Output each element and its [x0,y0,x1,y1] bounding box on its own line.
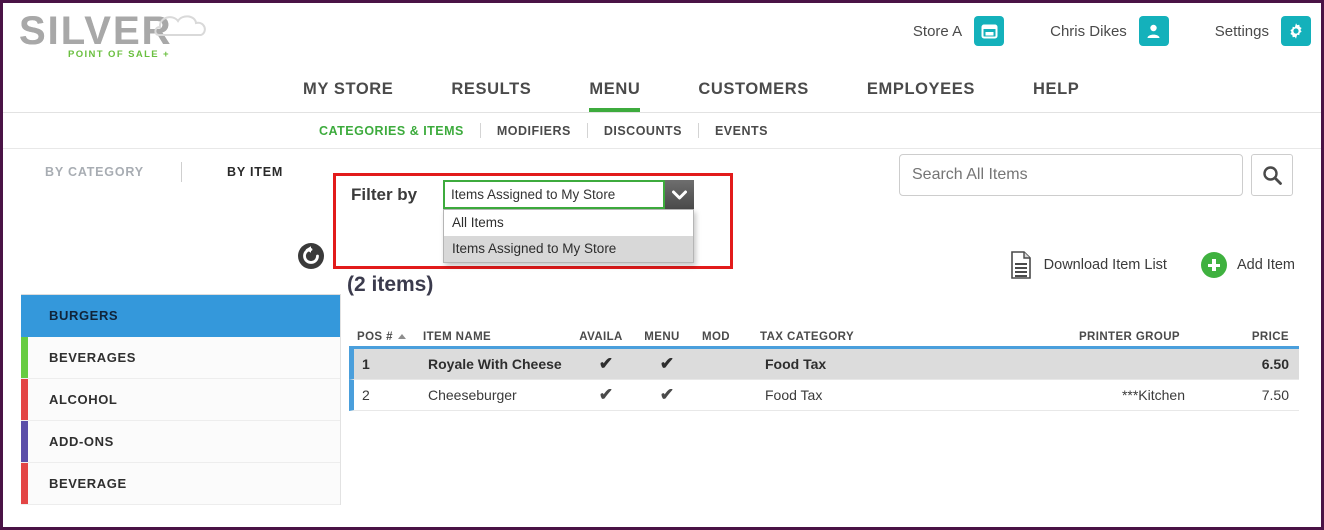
refresh-icon[interactable] [297,242,325,270]
category-item-count: (2 items) [347,273,434,296]
settings-label: Settings [1214,22,1269,40]
category-color-bar [21,463,28,504]
table-header-row: POS # ITEM NAME AVAILA MENU MOD TAX CATE… [349,323,1299,349]
nav-menu[interactable]: MENU [589,80,641,112]
brand-logo[interactable]: SILVER POINT OF SALE + [19,9,219,67]
sidebar-item-beverage[interactable]: BEVERAGE [21,463,340,505]
filter-option-all-items[interactable]: All Items [444,210,693,236]
cell-pos: 1 [362,356,370,372]
cell-menu-check: ✔ [659,354,675,373]
settings-menu[interactable]: Settings [1215,16,1311,46]
gear-icon[interactable] [1281,16,1311,46]
column-header-tax-category[interactable]: TAX CATEGORY [742,331,990,346]
cell-price: 6.50 [1261,356,1289,372]
subnav-events[interactable]: EVENTS [715,124,768,138]
category-color-bar [21,379,28,420]
main-navigation: MY STORE RESULTS MENU CUSTOMERS EMPLOYEE… [3,71,1321,113]
category-sidebar: BURGERS BEVERAGES ALCOHOL ADD-ONS BEVERA… [21,294,341,505]
category-color-bar [21,337,28,378]
column-header-pos[interactable]: POS # [349,331,406,346]
column-header-item-name[interactable]: ITEM NAME [393,331,568,346]
column-header-menu[interactable]: MENU [634,331,690,346]
cloud-icon [154,15,206,36]
category-color-bar [21,295,28,336]
category-color-bar [21,421,28,462]
cell-printer-group: ***Kitchen [1121,387,1185,403]
document-list-icon [1010,251,1031,279]
table-row[interactable]: 2 Cheeseburger ✔ ✔ Food Tax ***Kitchen 7… [349,380,1299,411]
chevron-down-icon [672,190,687,199]
search-area [899,154,1293,196]
toolbar-divider [181,162,182,182]
cell-tax-category: Food Tax [765,356,827,372]
table-row[interactable]: 1 Royale With Cheese ✔ ✔ Food Tax 6.50 [349,349,1299,380]
store-register-icon[interactable] [974,16,1005,46]
user-label: Chris Dikes [1050,22,1127,40]
item-actions: Download Item List Add Item [974,251,1295,279]
column-header-printer-group[interactable]: PRINTER GROUP [990,331,1180,346]
sidebar-item-label: ALCOHOL [49,392,118,407]
cell-item-name: Royale With Cheese [428,356,562,372]
subnav-divider-2 [586,123,588,138]
nav-results[interactable]: RESULTS [451,80,531,112]
filter-dropdown-list: All Items Items Assigned to My Store [443,209,694,263]
subnav-modifiers[interactable]: MODIFIERS [497,124,571,138]
sidebar-item-label: ADD-ONS [49,434,114,449]
header-actions: Store A Chris Dikes Settings [913,11,1311,51]
search-icon [1263,166,1282,185]
sidebar-item-alcohol[interactable]: ALCOHOL [21,379,340,421]
search-button[interactable] [1251,154,1293,196]
filter-option-items-assigned[interactable]: Items Assigned to My Store [444,236,693,262]
subnav-divider-3 [697,123,699,138]
app-header: SILVER POINT OF SALE + Store A Chris Dik… [3,3,1321,71]
download-item-list-button[interactable]: Download Item List [1008,251,1167,279]
cell-pos: 2 [362,387,370,403]
nav-customers[interactable]: CUSTOMERS [698,80,809,112]
sidebar-item-beverages[interactable]: BEVERAGES [21,337,340,379]
store-label: Store A [912,22,963,40]
store-selector[interactable]: Store A [912,16,1005,46]
subnav-discounts[interactable]: DISCOUNTS [604,124,682,138]
plus-circle-icon [1200,252,1227,278]
sidebar-item-label: BURGERS [49,308,119,323]
download-item-list-label: Download Item List [1043,257,1167,273]
user-menu[interactable]: Chris Dikes [1050,16,1169,46]
tab-by-item[interactable]: BY ITEM [227,165,283,179]
nav-employees[interactable]: EMPLOYEES [867,80,975,112]
cell-item-name: Cheeseburger [428,387,517,403]
add-item-label: Add Item [1236,257,1295,273]
subnav-divider-1 [479,123,481,138]
filter-select[interactable]: Items Assigned to My Store [443,180,665,209]
cell-menu-check: ✔ [659,385,675,404]
column-header-price[interactable]: PRICE [1180,331,1299,346]
items-table: POS # ITEM NAME AVAILA MENU MOD TAX CATE… [349,323,1299,411]
filter-by-label: Filter by [351,185,418,204]
sidebar-item-burgers[interactable]: BURGERS [21,295,340,337]
cell-availability-check: ✔ [598,354,614,373]
page-root: SILVER POINT OF SALE + Store A Chris Dik… [0,0,1324,530]
cell-availability-check: ✔ [598,385,614,404]
search-input[interactable] [899,154,1243,196]
person-icon[interactable] [1138,16,1169,46]
sub-navigation: CATEGORIES & ITEMS MODIFIERS DISCOUNTS E… [3,113,1321,149]
add-item-button[interactable]: Add Item [1200,252,1295,278]
tab-by-category[interactable]: BY CATEGORY [45,165,144,179]
sidebar-item-label: BEVERAGE [49,476,127,491]
cell-price: 7.50 [1261,387,1289,403]
column-header-availability[interactable]: AVAILA [568,331,634,346]
subnav-categories-items[interactable]: CATEGORIES & ITEMS [319,124,464,138]
sidebar-item-add-ons[interactable]: ADD-ONS [21,421,340,463]
filter-select-toggle[interactable] [665,180,694,209]
sidebar-item-label: BEVERAGES [49,350,137,365]
nav-help[interactable]: HELP [1033,80,1079,112]
column-header-mod[interactable]: MOD [690,331,742,346]
nav-my-store[interactable]: MY STORE [303,80,393,112]
cell-tax-category: Food Tax [765,387,823,403]
